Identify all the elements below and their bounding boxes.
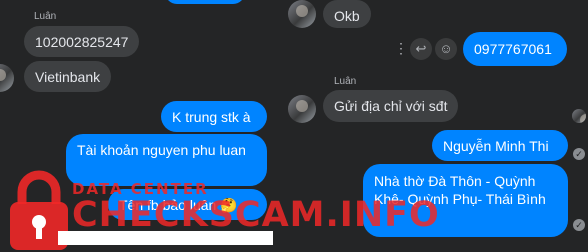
message-outgoing[interactable]: K trung stk à (161, 101, 267, 132)
message-incoming[interactable]: Okb (323, 0, 371, 28)
more-options-icon[interactable]: ⋮ (394, 40, 408, 56)
message-incoming[interactable]: 102002825247 (24, 26, 140, 57)
message-outgoing[interactable]: Tên fb bảo luân 🤔 (108, 189, 267, 220)
message-outgoing[interactable]: Nguyễn Minh Thi (432, 130, 568, 161)
sender-name: Luân (34, 11, 57, 22)
message-outgoing[interactable]: Tài khoản nguyen phu luan (66, 134, 267, 186)
emoji-icon[interactable]: ☺ (435, 38, 457, 60)
read-check-icon: ✓ (573, 219, 585, 231)
white-strip (58, 231, 273, 245)
read-check-icon: ✓ (573, 148, 585, 160)
top-partial-bubble[interactable] (165, 0, 245, 4)
message-incoming[interactable]: Gửi địa chỉ với sđt (323, 90, 459, 122)
message-outgoing[interactable]: 0977767061 (463, 32, 567, 66)
reply-icon[interactable]: ↩ (410, 38, 432, 60)
avatar[interactable] (0, 64, 14, 92)
message-outgoing[interactable]: Nhà thờ Đà Thôn - Quỳnh Khê- Quỳnh Phụ- … (363, 164, 568, 237)
sender-name: Luân (334, 76, 357, 87)
avatar[interactable] (288, 0, 316, 28)
avatar[interactable] (288, 95, 316, 123)
message-incoming[interactable]: Vietinbank (24, 61, 112, 92)
avatar[interactable] (572, 109, 586, 123)
chat-pane-right: Okb ⋮ ↩ ☺ 0977767061 Luân Gửi địa chỉ vớ… (285, 0, 588, 245)
chat-pane-left: Luân 102002825247 Vietinbank K trung stk… (0, 0, 285, 245)
